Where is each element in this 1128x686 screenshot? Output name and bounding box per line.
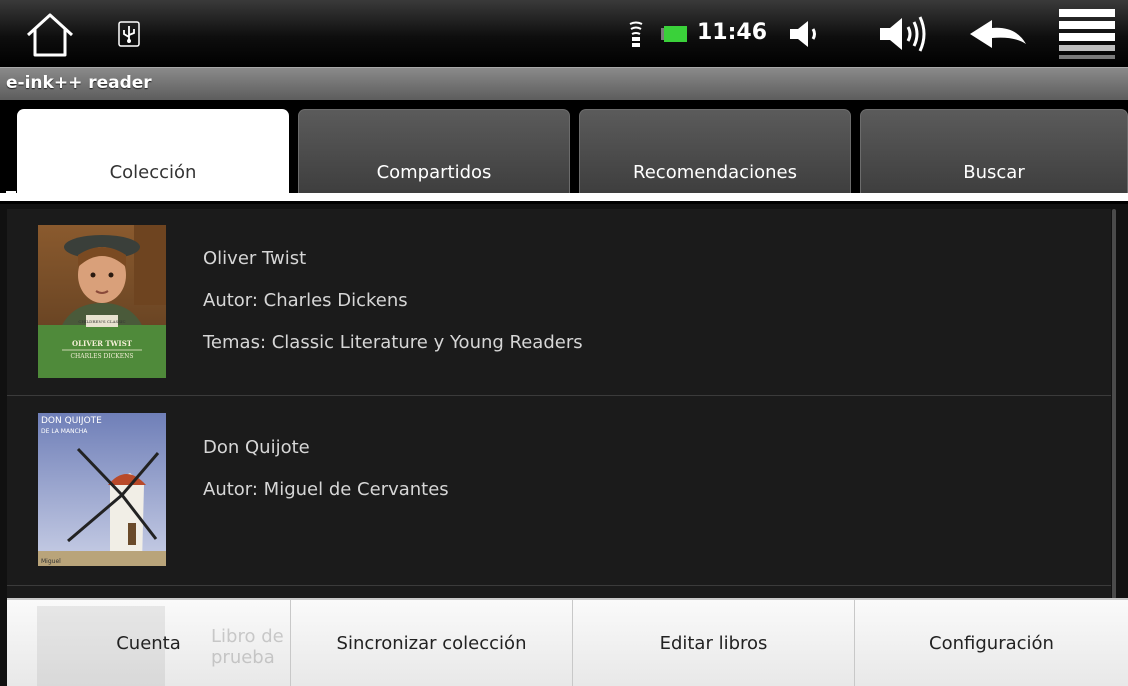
book-cover-oliver-twist: CHILDREN'S CLASSIC OLIVER TWIST CHARLES … [38, 225, 166, 378]
wifi-icon [626, 0, 646, 67]
book-meta: Don Quijote Autor: Miguel de Cervantes [203, 427, 449, 511]
cover-author: Miguel [41, 558, 61, 565]
tab-label: Recomendaciones [633, 162, 797, 183]
menu-item-label: Sincronizar colección [336, 632, 527, 654]
cover-title: DON QUIJOTE [41, 416, 102, 426]
list-item-oliver-twist[interactable]: CHILDREN'S CLASSIC OLIVER TWIST CHARLES … [7, 209, 1111, 396]
tab-recomendaciones[interactable]: Recomendaciones [579, 109, 851, 193]
menu-item-editar-libros[interactable]: Editar libros [573, 600, 855, 686]
tab-bar: Colección Compartidos Recomendaciones Bu… [0, 100, 1128, 204]
volume-down-icon[interactable] [786, 0, 826, 67]
tab-compartidos[interactable]: Compartidos [298, 109, 570, 193]
battery-icon [660, 0, 688, 67]
list-item-don-quijote[interactable]: DON QUIJOTE DE LA MANCHA Miguel Don Quij… [7, 396, 1111, 586]
menu-item-label: Configuración [929, 632, 1054, 654]
tab-label: Compartidos [376, 162, 492, 183]
home-icon[interactable] [18, 0, 82, 67]
cover-author: CHARLES DICKENS [70, 353, 133, 360]
usb-icon [112, 0, 146, 67]
tab-label: Buscar [963, 162, 1025, 183]
tab-coleccion[interactable]: Colección [6, 109, 289, 201]
menu-item-configuracion[interactable]: Configuración [855, 600, 1128, 686]
menu-item-label: Cuenta [116, 632, 181, 654]
cover-badge: CHILDREN'S CLASSIC [78, 319, 125, 324]
book-topics: Temas: Classic Literature y Young Reader… [203, 332, 583, 353]
book-author: Autor: Charles Dickens [203, 290, 408, 311]
cover-subtitle: DE LA MANCHA [41, 428, 88, 435]
tab-buscar[interactable]: Buscar [860, 109, 1128, 193]
book-list[interactable]: CHILDREN'S CLASSIC OLIVER TWIST CHARLES … [7, 209, 1111, 599]
app-title-bar: e-ink++ reader [0, 67, 1128, 100]
back-icon[interactable] [966, 0, 1030, 67]
book-meta: Oliver Twist Autor: Charles Dickens Tema… [203, 238, 583, 364]
book-title: Don Quijote [203, 437, 310, 458]
book-title: Oliver Twist [203, 248, 307, 269]
menu-item-label: Editar libros [659, 632, 768, 654]
options-menu: Libro de prueba Cuenta Sincronizar colec… [7, 598, 1128, 686]
menu-item-sincronizar-coleccion[interactable]: Sincronizar colección [291, 600, 573, 686]
book-author: Autor: Miguel de Cervantes [203, 479, 449, 500]
clock: 11:46 [697, 20, 768, 45]
cover-title: OLIVER TWIST [72, 339, 133, 348]
status-bar: 11:46 [0, 0, 1128, 67]
menu-item-cuenta[interactable]: Cuenta [7, 600, 291, 686]
tab-label: Colección [109, 162, 197, 183]
menu-icon[interactable] [1056, 0, 1118, 67]
tab-underline [0, 193, 1128, 201]
book-cover-don-quijote: DON QUIJOTE DE LA MANCHA Miguel [38, 413, 166, 566]
volume-up-icon[interactable] [876, 0, 932, 67]
android-screen: 11:46 e-ink++ reader Colección Compartid… [0, 0, 1128, 686]
app-title: e-ink++ reader [6, 73, 152, 93]
list-scrollbar[interactable] [1112, 209, 1116, 599]
